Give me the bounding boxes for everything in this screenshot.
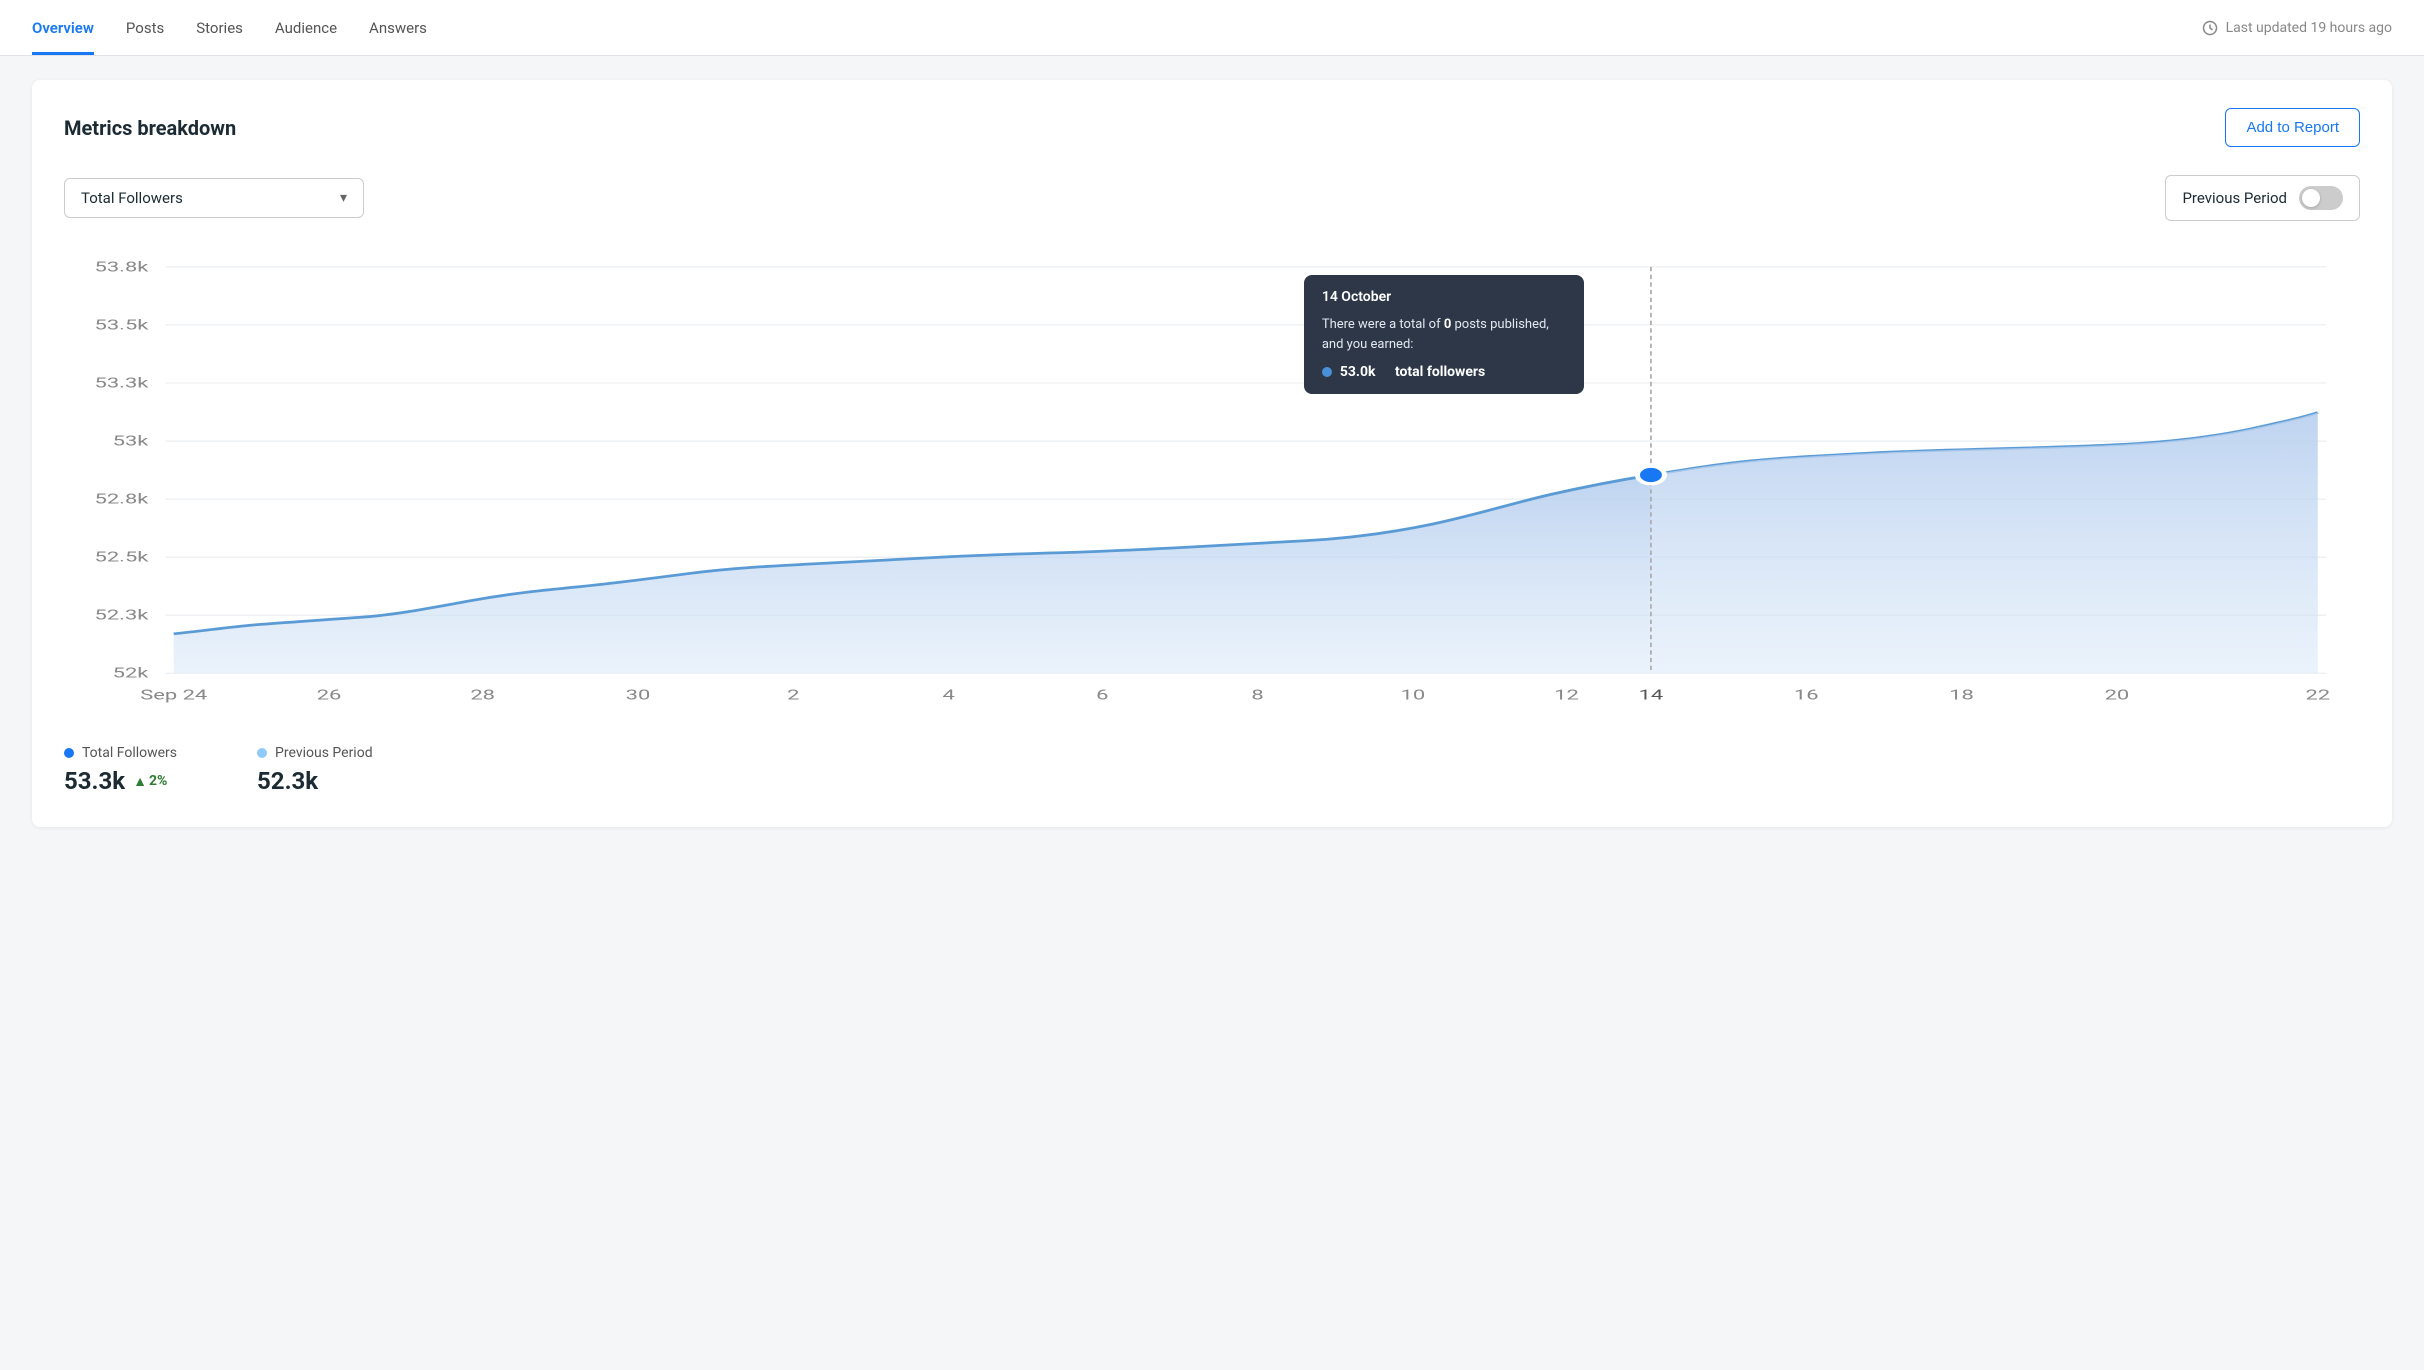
svg-text:53.3k: 53.3k [95, 374, 150, 391]
tab-audience[interactable]: Audience [275, 0, 337, 55]
svg-text:52.3k: 52.3k [95, 606, 150, 623]
svg-text:53k: 53k [113, 432, 150, 449]
svg-text:18: 18 [1949, 686, 1974, 703]
legend-row: Total Followers 53.3k ▲ 2% Previous Peri… [64, 729, 2360, 795]
svg-text:Sep 24: Sep 24 [140, 686, 207, 703]
card-header: Metrics breakdown Add to Report [64, 108, 2360, 147]
previous-period-control: Previous Period [2165, 175, 2360, 221]
svg-text:53.5k: 53.5k [95, 316, 150, 333]
svg-text:4: 4 [942, 686, 954, 703]
svg-text:16: 16 [1794, 686, 1819, 703]
svg-text:28: 28 [470, 686, 495, 703]
total-followers-change: ▲ 2% [133, 773, 167, 790]
previous-period-dot [257, 748, 267, 758]
legend-previous-period: Previous Period 52.3k [257, 745, 373, 795]
svg-text:52k: 52k [113, 665, 150, 682]
chart-container: 53.8k 53.5k 53.3k 53k 52.8k 52.5k 52.3k … [64, 245, 2360, 705]
svg-text:8: 8 [1251, 686, 1263, 703]
svg-text:6: 6 [1096, 686, 1108, 703]
svg-text:20: 20 [2105, 686, 2130, 703]
total-followers-value: 53.3k [64, 767, 125, 795]
nav-tabs: Overview Posts Stories Audience Answers [32, 0, 427, 55]
tab-overview[interactable]: Overview [32, 0, 94, 55]
total-followers-dot [64, 748, 74, 758]
chart-svg: 53.8k 53.5k 53.3k 53k 52.8k 52.5k 52.3k … [64, 245, 2360, 705]
card-title: Metrics breakdown [64, 116, 236, 140]
clock-icon [2202, 20, 2218, 36]
metrics-card: Metrics breakdown Add to Report Total Fo… [32, 80, 2392, 827]
add-to-report-button[interactable]: Add to Report [2225, 108, 2360, 147]
metric-select[interactable]: Total Followers ▾ [64, 178, 364, 218]
tab-stories[interactable]: Stories [196, 0, 243, 55]
svg-text:2: 2 [787, 686, 799, 703]
svg-text:30: 30 [626, 686, 651, 703]
last-updated: Last updated 19 hours ago [2202, 20, 2392, 36]
previous-period-value: 52.3k [257, 767, 318, 795]
svg-text:14: 14 [1639, 686, 1664, 703]
svg-text:26: 26 [317, 686, 342, 703]
chevron-down-icon: ▾ [340, 190, 347, 206]
controls-row: Total Followers ▾ Previous Period [64, 175, 2360, 221]
svg-text:10: 10 [1401, 686, 1426, 703]
nav-bar: Overview Posts Stories Audience Answers … [0, 0, 2424, 56]
legend-total-followers: Total Followers 53.3k ▲ 2% [64, 745, 177, 795]
tab-answers[interactable]: Answers [369, 0, 427, 55]
svg-text:52.8k: 52.8k [95, 490, 150, 507]
svg-text:22: 22 [2305, 686, 2330, 703]
svg-text:12: 12 [1554, 686, 1579, 703]
previous-period-toggle[interactable] [2299, 186, 2343, 210]
svg-text:53.8k: 53.8k [95, 258, 150, 275]
svg-text:52.5k: 52.5k [95, 548, 150, 565]
tab-posts[interactable]: Posts [126, 0, 164, 55]
